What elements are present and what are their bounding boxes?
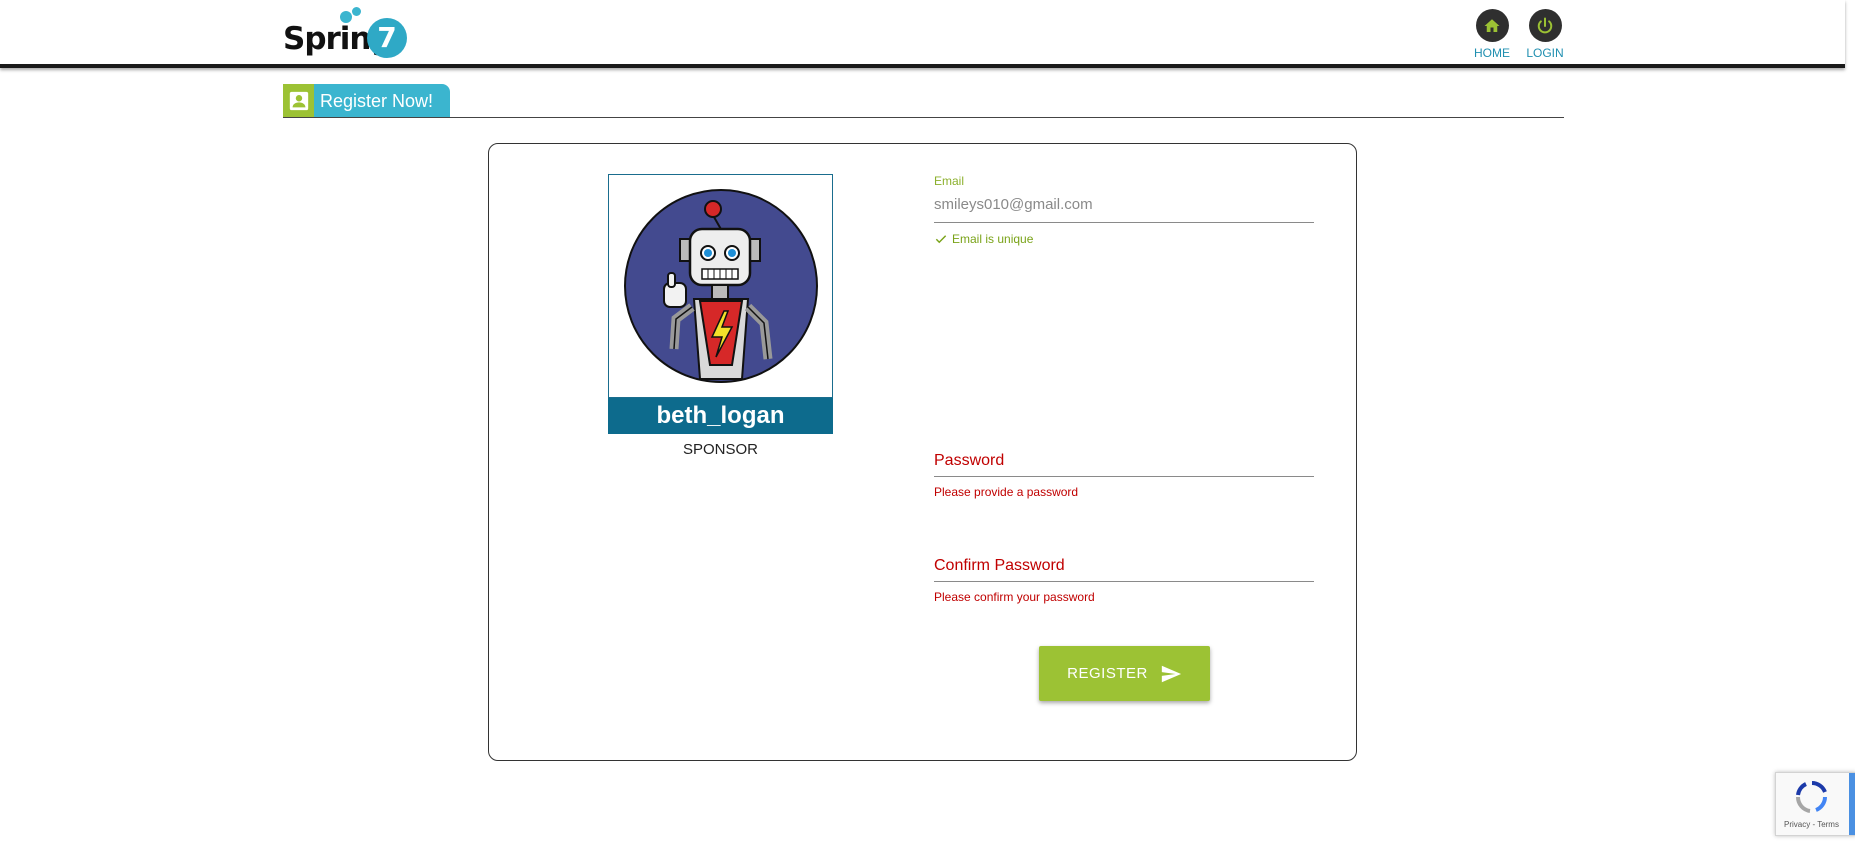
avatar [608,174,833,398]
recaptcha-terms[interactable]: Privacy - Terms [1784,820,1839,829]
spring7-logo[interactable]: Spring 7 [283,7,408,58]
logo-dot [352,7,361,16]
logo-number: 7 [367,18,407,58]
password-input[interactable]: Password [934,452,1314,477]
register-tab: Register Now! [283,84,450,118]
username-banner: beth_logan [608,398,833,434]
recaptcha-icon [1795,781,1827,813]
recaptcha-badge[interactable]: Privacy - Terms [1775,772,1855,836]
contact-card-icon [283,84,314,118]
email-label: Email [934,174,965,188]
nav-home-button[interactable]: HOME [1462,9,1522,60]
password-field[interactable]: Password Please provide a password [934,452,1314,499]
top-header: Spring 7 HOME LOGIN [0,0,1845,68]
recaptcha-bar [1849,773,1855,835]
confirm-password-input[interactable]: Confirm Password [934,557,1314,582]
email-hint: Email is unique [934,232,1314,246]
nav-login-label: LOGIN [1526,46,1564,60]
register-button-label: REGISTER [1067,665,1148,682]
robot-avatar-image [624,189,818,383]
nav-home-label: HOME [1474,46,1510,60]
home-icon [1475,9,1509,42]
register-tab-label: Register Now! [320,91,434,111]
nav-login-button[interactable]: LOGIN [1515,9,1575,60]
email-hint-text: Email is unique [952,232,1034,246]
email-input[interactable]: smileys010@gmail.com [934,196,1314,223]
check-icon [935,235,947,244]
user-role: SPONSOR [682,441,758,458]
tab-divider [283,117,1564,118]
confirm-password-field[interactable]: Confirm Password Please confirm your pas… [934,557,1314,604]
logo-dot [340,11,352,23]
send-icon [1161,665,1181,682]
password-error: Please provide a password [934,485,1079,499]
confirm-password-error: Please confirm your password [934,590,1095,604]
power-icon [1528,9,1562,42]
email-field[interactable]: Email smileys010@gmail.com Email is uniq… [934,174,1314,246]
register-button[interactable]: REGISTER [1039,646,1210,701]
